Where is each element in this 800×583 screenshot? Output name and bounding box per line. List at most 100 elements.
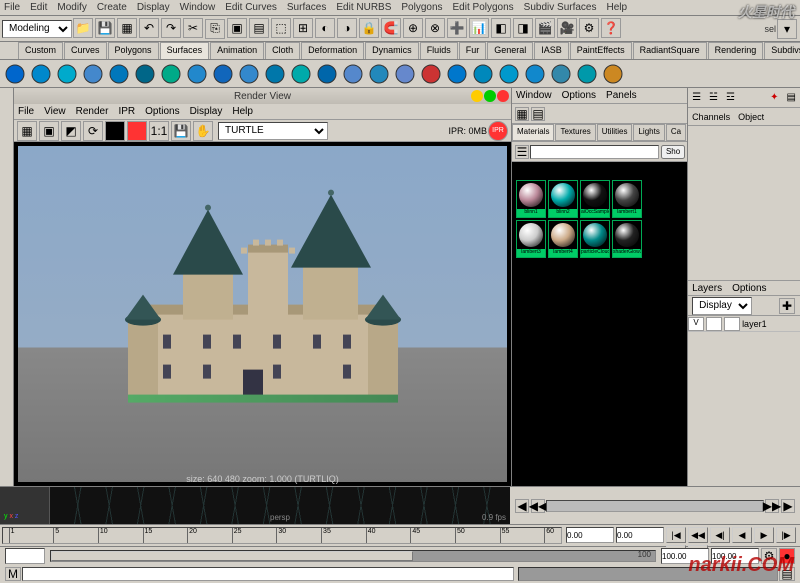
hs-tool2-icon[interactable]: ▤ [531,107,545,121]
hs-tab-ca[interactable]: Ca [666,124,686,141]
shelf-item-3[interactable] [81,62,105,86]
shelf-item-0[interactable] [3,62,27,86]
hs-tab-materials[interactable]: Materials [512,124,554,141]
toolbar-icon-10[interactable]: ⊞ [293,18,313,38]
toolbar-icon-23[interactable]: ⚙ [579,18,599,38]
menu-edit-polygons[interactable]: Edit Polygons [453,2,514,13]
toolbar-icon-15[interactable]: ⊕ [403,18,423,38]
material-search-input[interactable] [530,145,659,159]
layer-type-cell[interactable] [706,317,722,331]
end-frame2-input[interactable] [711,548,759,564]
rv-menu-file[interactable]: File [18,106,34,117]
hs-tool-icon[interactable]: ▦ [515,107,529,121]
layer-display-dropdown[interactable]: Display [692,297,752,315]
range-start-input[interactable] [5,548,45,564]
shelf-tab-general[interactable]: General [487,42,533,59]
hs-menu-options[interactable]: Options [562,90,596,101]
shelf-item-5[interactable] [133,62,157,86]
playback-btn-4[interactable]: ▶ [754,527,774,543]
shelf-tab-animation[interactable]: Animation [210,42,264,59]
command-input[interactable] [22,567,514,581]
shelf-tab-fluids[interactable]: Fluids [420,42,458,59]
hs-menu-panels[interactable]: Panels [606,90,637,101]
viewport-scrollbar[interactable] [546,500,764,512]
shelf-item-10[interactable] [263,62,287,86]
shelf-item-15[interactable] [393,62,417,86]
shelf-item-2[interactable] [55,62,79,86]
help-scrollbar[interactable] [518,567,778,581]
toolbar-icon-4[interactable]: ↷ [161,18,181,38]
menu-subdiv-surfaces[interactable]: Subdiv Surfaces [524,2,597,13]
rv-menu-ipr[interactable]: IPR [118,106,135,117]
menu-surfaces[interactable]: Surfaces [287,2,326,13]
rv-menu-options[interactable]: Options [145,106,179,117]
rv-chan-icon[interactable] [127,121,147,141]
shelf-item-20[interactable] [523,62,547,86]
shelf-tab-fur[interactable]: Fur [459,42,487,59]
toolbar-icon-14[interactable]: 🧲 [381,18,401,38]
mel-icon[interactable]: M [5,567,21,581]
toolbar-icon-0[interactable]: 📁 [73,18,93,38]
shelf-tab-polygons[interactable]: Polygons [108,42,159,59]
shelf-item-6[interactable] [159,62,183,86]
hs-tab-lights[interactable]: Lights [633,124,664,141]
range-slider[interactable]: 100 [50,550,656,562]
hs-tab-textures[interactable]: Textures [555,124,595,141]
autokey-icon[interactable]: ● [779,548,795,564]
shelf-item-14[interactable] [367,62,391,86]
rv-bg-icon[interactable] [105,121,125,141]
close-icon[interactable] [497,90,509,102]
rv-menu-display[interactable]: Display [190,106,223,117]
shelf-item-22[interactable] [575,62,599,86]
material-swatch[interactable]: aiOccSampler5 [580,180,610,218]
menu-help[interactable]: Help [607,2,628,13]
shelf-tab-dynamics[interactable]: Dynamics [365,42,419,59]
tab-channels[interactable]: Channels [692,112,730,122]
sel-toggle-icon[interactable]: ▾ [777,19,797,39]
shelf-tab-subdivs[interactable]: Subdivs [764,42,800,59]
rv-region-icon[interactable]: ▣ [39,121,59,141]
toolbar-icon-24[interactable]: ❓ [601,18,621,38]
layers-menu[interactable]: Layers [692,283,722,294]
rv-menu-render[interactable]: Render [76,106,109,117]
shelf-item-21[interactable] [549,62,573,86]
material-swatch[interactable]: shaderGlow1 [612,220,642,258]
shelf-tab-curves[interactable]: Curves [64,42,107,59]
playback-btn-2[interactable]: ◀| [710,527,730,543]
shelf-item-23[interactable] [601,62,625,86]
shelf-tab-deformation[interactable]: Deformation [301,42,364,59]
ipr-indicator-icon[interactable]: IPR [488,121,508,141]
shelf-item-4[interactable] [107,62,131,86]
scroll-rright-icon[interactable]: ▶▶ [765,499,779,513]
shelf-item-8[interactable] [211,62,235,86]
playback-btn-3[interactable]: ◀ [732,527,752,543]
toolbar-icon-12[interactable]: ◑ [337,18,357,38]
toolbar-icon-3[interactable]: ↶ [139,18,159,38]
layer-row[interactable]: V layer1 [688,316,800,332]
toolbar-icon-2[interactable]: ▦ [117,18,137,38]
show-button[interactable]: Sho [661,145,685,159]
menu-file[interactable]: File [4,2,20,13]
rv-menu-view[interactable]: View [44,106,66,117]
material-swatch[interactable]: lambert3 [516,220,546,258]
toolbar-icon-16[interactable]: ⊗ [425,18,445,38]
timeline-ruler[interactable]: 151015202530354045505560 [2,527,562,544]
shelf-tab-cloth[interactable]: Cloth [265,42,300,59]
rv-menu-help[interactable]: Help [232,106,253,117]
menu-edit-nurbs[interactable]: Edit NURBS [336,2,391,13]
shelf-item-7[interactable] [185,62,209,86]
new-layer-icon[interactable]: ✚ [779,298,795,314]
scroll-left-icon[interactable]: ◀ [515,499,529,513]
end-frame-input[interactable] [661,548,709,564]
tab-object[interactable]: Object [738,112,764,122]
shelf-tab-iasb[interactable]: IASB [534,42,569,59]
menu-window[interactable]: Window [180,2,216,13]
toolbar-icon-22[interactable]: 🎥 [557,18,577,38]
menu-edit[interactable]: Edit [30,2,47,13]
list2-icon[interactable]: ☱ [709,92,718,103]
toolbar-icon-13[interactable]: 🔒 [359,18,379,38]
hypershade-body[interactable]: blinn1blinn2aiOccSampler5lambert1lambert… [512,162,687,486]
menu-polygons[interactable]: Polygons [401,2,442,13]
list3-icon[interactable]: ☲ [726,92,735,103]
toolbar-icon-19[interactable]: ◧ [491,18,511,38]
